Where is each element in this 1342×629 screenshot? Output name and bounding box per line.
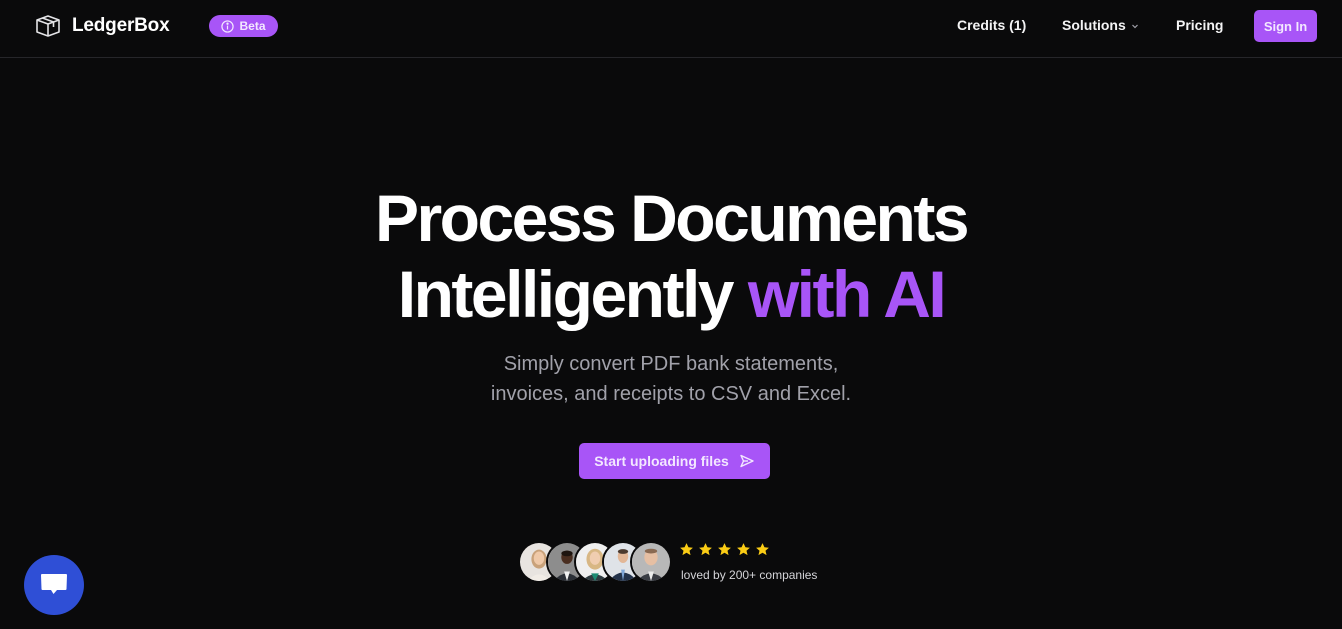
chat-bubble-icon xyxy=(41,574,67,594)
star-icon xyxy=(756,543,769,556)
nav-pricing[interactable]: Pricing xyxy=(1176,17,1223,33)
star-icon xyxy=(699,543,712,556)
info-icon xyxy=(221,19,235,33)
beta-badge-label: Beta xyxy=(239,19,266,33)
nav-solutions-dropdown[interactable]: Solutions xyxy=(1062,17,1140,33)
brand-name: LedgerBox xyxy=(72,15,170,36)
rating-stars xyxy=(679,542,770,557)
chevron-down-icon xyxy=(1131,24,1138,29)
star-icon xyxy=(680,543,693,556)
send-icon xyxy=(740,454,754,468)
chat-widget-button[interactable] xyxy=(24,555,84,615)
nav-solutions-label: Solutions xyxy=(1062,17,1126,33)
avatar xyxy=(630,541,672,583)
hero-title-line2: Intelligently xyxy=(397,257,735,331)
cta-label: Start uploading files xyxy=(594,453,729,469)
nav-credits[interactable]: Credits (1) xyxy=(957,17,1026,33)
star-icon xyxy=(718,543,731,556)
social-proof-text: loved by 200+ companies xyxy=(681,568,818,582)
hero-subtitle: Simply convert PDF bank statements, invo… xyxy=(0,349,1342,409)
avatar-group xyxy=(518,541,674,585)
hero-title-line1: Process Documents xyxy=(374,181,970,255)
hero-title-accent: with AI xyxy=(747,257,947,331)
beta-badge: Beta xyxy=(209,15,278,37)
site-header: LedgerBox Beta Credits (1) Solutions Pri… xyxy=(0,0,1342,58)
start-uploading-button[interactable]: Start uploading files xyxy=(579,443,770,479)
box-icon xyxy=(36,15,60,37)
star-icon xyxy=(737,543,750,556)
hero-title: Process Documents Intelligently with AI xyxy=(0,180,1342,332)
sign-in-button[interactable]: Sign In xyxy=(1254,10,1317,42)
hero-subtitle-line1: Simply convert PDF bank statements, xyxy=(503,353,839,375)
brand-logo-link[interactable]: LedgerBox xyxy=(34,12,170,40)
hero-subtitle-line2: invoices, and receipts to CSV and Excel. xyxy=(490,383,852,405)
